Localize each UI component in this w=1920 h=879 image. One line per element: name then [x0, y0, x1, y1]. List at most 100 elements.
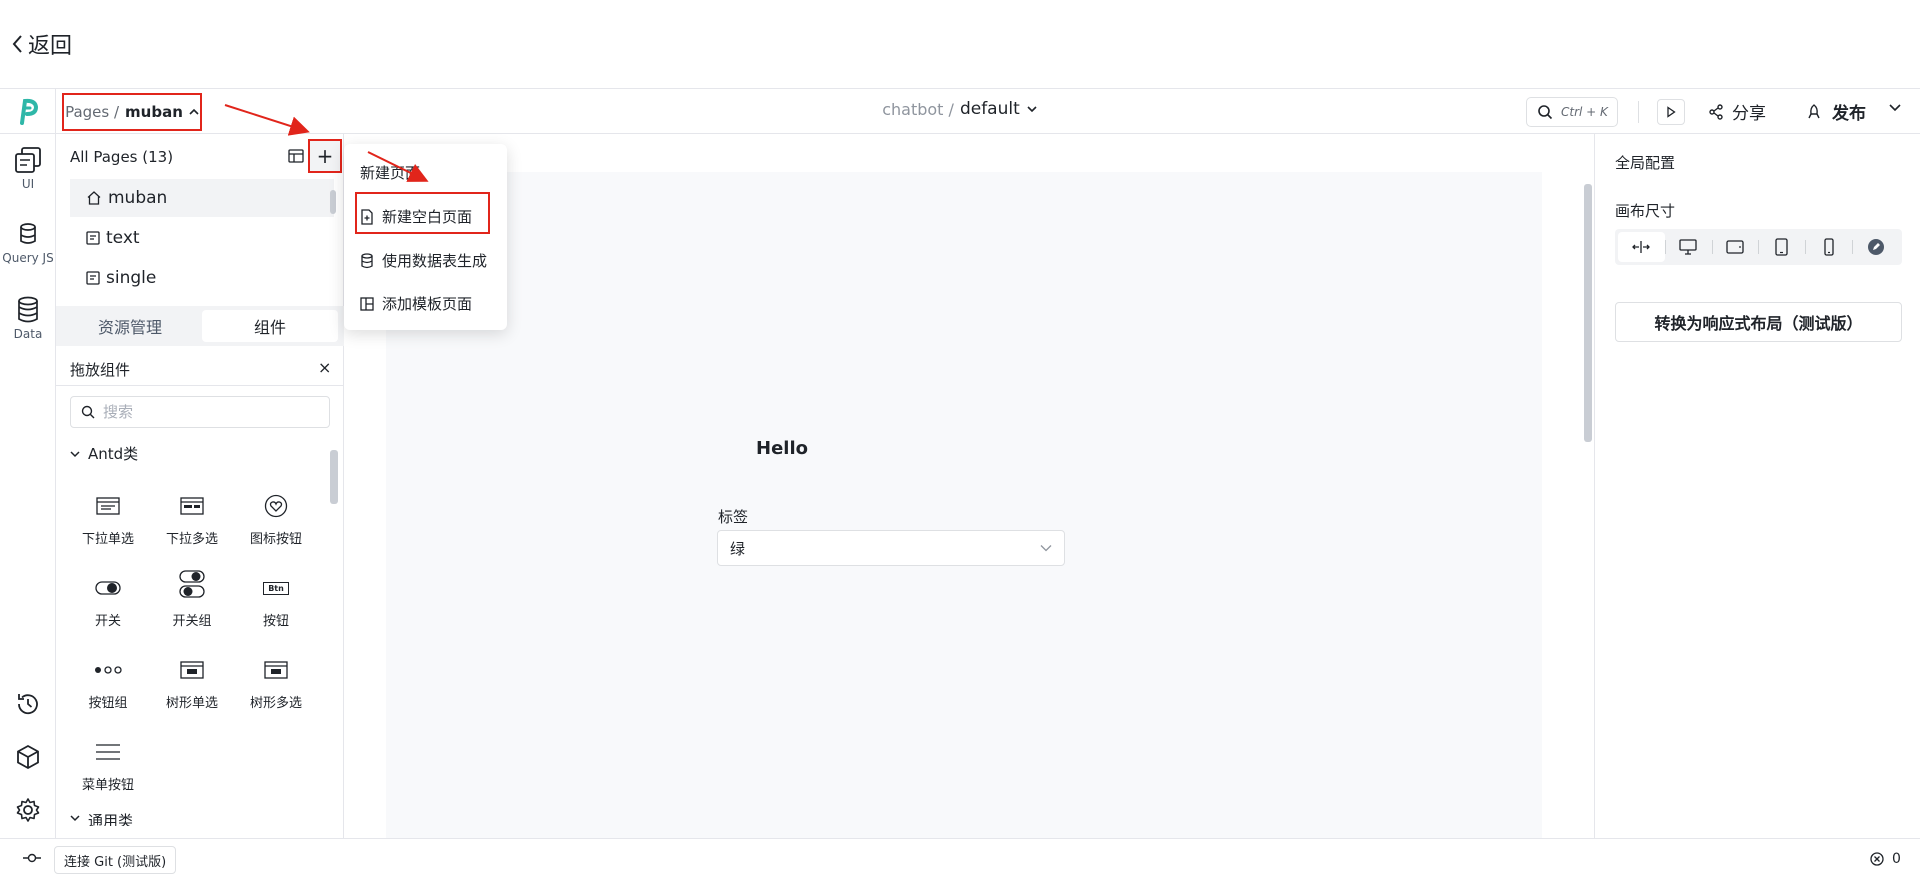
hello-text[interactable]: Hello: [756, 438, 808, 459]
component-select-single[interactable]: 下拉单选: [68, 492, 148, 560]
publish-button[interactable]: 发布: [1806, 99, 1866, 124]
error-counter[interactable]: 0: [1870, 851, 1901, 867]
packages-button[interactable]: [14, 743, 42, 771]
component-button-group[interactable]: 按钮组: [68, 656, 148, 724]
pages-scrollbar[interactable]: [330, 190, 336, 214]
tag-select[interactable]: 绿: [717, 530, 1065, 566]
tablet-landscape-icon: [1726, 240, 1744, 254]
page-item-single[interactable]: single: [70, 259, 334, 297]
component-search-box: [70, 396, 330, 428]
dots-icon: [95, 666, 122, 674]
auto-width-icon: [1632, 241, 1651, 253]
canvas-size-tabs: [1615, 229, 1902, 265]
back-bar: 返回: [0, 0, 1920, 89]
size-desktop[interactable]: [1664, 232, 1712, 262]
component-icon-button[interactable]: 图标按钮: [236, 492, 316, 560]
component-select-multi[interactable]: 下拉多选: [152, 492, 232, 560]
pages-breadcrumb-dropdown[interactable]: Pages / muban: [62, 93, 202, 131]
page-item-muban[interactable]: muban: [70, 179, 334, 217]
git-commit-icon: [22, 852, 42, 864]
new-page-menu: 新建页面 新建空白页面 使用数据表生成 添加模板页面: [344, 144, 507, 330]
select-multi-icon: [180, 497, 204, 515]
canvas-area: Hello 标签 绿: [344, 134, 1594, 838]
page-item-text[interactable]: text: [70, 219, 334, 257]
rail-item-query-js[interactable]: Query JS: [0, 222, 56, 265]
heart-icon: [264, 494, 288, 518]
component-label: 按钮组: [88, 696, 128, 711]
preview-run-button[interactable]: [1657, 99, 1685, 125]
publish-options-button[interactable]: [1888, 103, 1902, 113]
history-icon: [18, 694, 38, 715]
component-label: 树形单选: [165, 696, 218, 711]
history-button[interactable]: [14, 690, 42, 718]
size-custom[interactable]: [1852, 232, 1899, 262]
publish-label: 发布: [1832, 104, 1866, 124]
component-tree-multi[interactable]: 树形多选: [236, 656, 316, 724]
component-search-input[interactable]: [103, 403, 303, 421]
canvas-size-label: 画布尺寸: [1615, 202, 1676, 220]
page-name: muban: [108, 188, 168, 208]
size-tablet-portrait[interactable]: [1758, 232, 1805, 262]
toggle-group-icon: [179, 570, 205, 598]
panel-tabs: 资源管理 组件: [56, 306, 344, 346]
component-button[interactable]: Btn 按钮: [236, 574, 316, 642]
btn-icon: Btn: [263, 581, 289, 595]
component-menu-button[interactable]: 菜单按钮: [68, 738, 148, 806]
rocket-icon: [1808, 103, 1820, 118]
tablet-portrait-icon: [1775, 238, 1789, 256]
tree-select-icon: [180, 661, 204, 679]
command-search-button[interactable]: Ctrl + K: [1526, 97, 1618, 127]
package-icon: [17, 744, 39, 770]
canvas-scrollbar[interactable]: [1584, 184, 1592, 442]
chevron-down-icon: [1027, 106, 1037, 113]
component-tree-single[interactable]: 树形单选: [152, 656, 232, 724]
component-switch[interactable]: 开关: [68, 574, 148, 642]
components-title: 拖放组件: [70, 361, 131, 379]
group-antd[interactable]: Antd类: [70, 443, 138, 464]
components-scrollbar[interactable]: [330, 450, 338, 504]
app-logo[interactable]: [0, 89, 56, 133]
toggle-icon: [95, 581, 121, 595]
back-label: 返回: [28, 34, 73, 59]
project-prefix: chatbot /: [882, 99, 954, 119]
menu-icon: [96, 744, 120, 760]
convert-responsive-button[interactable]: 转换为响应式布局（测试版）: [1615, 302, 1902, 342]
page-layout-button[interactable]: [288, 149, 304, 163]
play-icon: [1667, 106, 1676, 118]
size-mobile[interactable]: [1805, 232, 1852, 262]
tab-components[interactable]: 组件: [202, 310, 338, 342]
layout-icon: [288, 149, 304, 163]
chevron-down-icon: [1889, 104, 1901, 112]
component-label: 下拉单选: [81, 532, 134, 547]
size-auto[interactable]: [1618, 232, 1665, 262]
settings-button[interactable]: [14, 796, 42, 824]
menu-item-template-page[interactable]: 添加模板页面: [360, 293, 472, 314]
tab-resources[interactable]: 资源管理: [62, 310, 198, 342]
custom-edit-icon: [1867, 239, 1884, 255]
share-label: 分享: [1732, 104, 1766, 124]
share-button[interactable]: 分享: [1708, 99, 1766, 124]
add-page-button[interactable]: +: [308, 139, 342, 173]
rail-item-ui[interactable]: UI: [0, 146, 56, 191]
size-tablet-landscape[interactable]: [1711, 232, 1759, 262]
menu-item-blank-page[interactable]: 新建空白页面: [360, 206, 472, 227]
data-icon: [18, 296, 38, 323]
rail-label: UI: [21, 177, 35, 191]
component-switch-group[interactable]: 开关组: [152, 566, 232, 634]
project-selector[interactable]: chatbot / default: [882, 99, 1038, 119]
rail-label: Query JS: [2, 251, 54, 265]
close-components-button[interactable]: ×: [318, 358, 331, 377]
back-button[interactable]: 返回: [10, 28, 72, 60]
group-label: Antd类: [88, 445, 139, 463]
rail-item-data[interactable]: Data: [0, 296, 56, 341]
menu-item-from-table[interactable]: 使用数据表生成: [360, 250, 487, 271]
chevron-down-icon: [70, 450, 80, 457]
project-name: default: [959, 99, 1020, 119]
component-label: 图标按钮: [249, 532, 302, 547]
connect-git-button[interactable]: 连接 Git (测试版): [54, 846, 177, 874]
page-canvas[interactable]: Hello 标签 绿: [386, 172, 1542, 838]
group-general[interactable]: 通用类: [70, 810, 133, 826]
component-label: 开关组: [172, 614, 212, 629]
menu-item-label: 使用数据表生成: [382, 252, 488, 270]
desktop-icon: [1679, 239, 1697, 255]
